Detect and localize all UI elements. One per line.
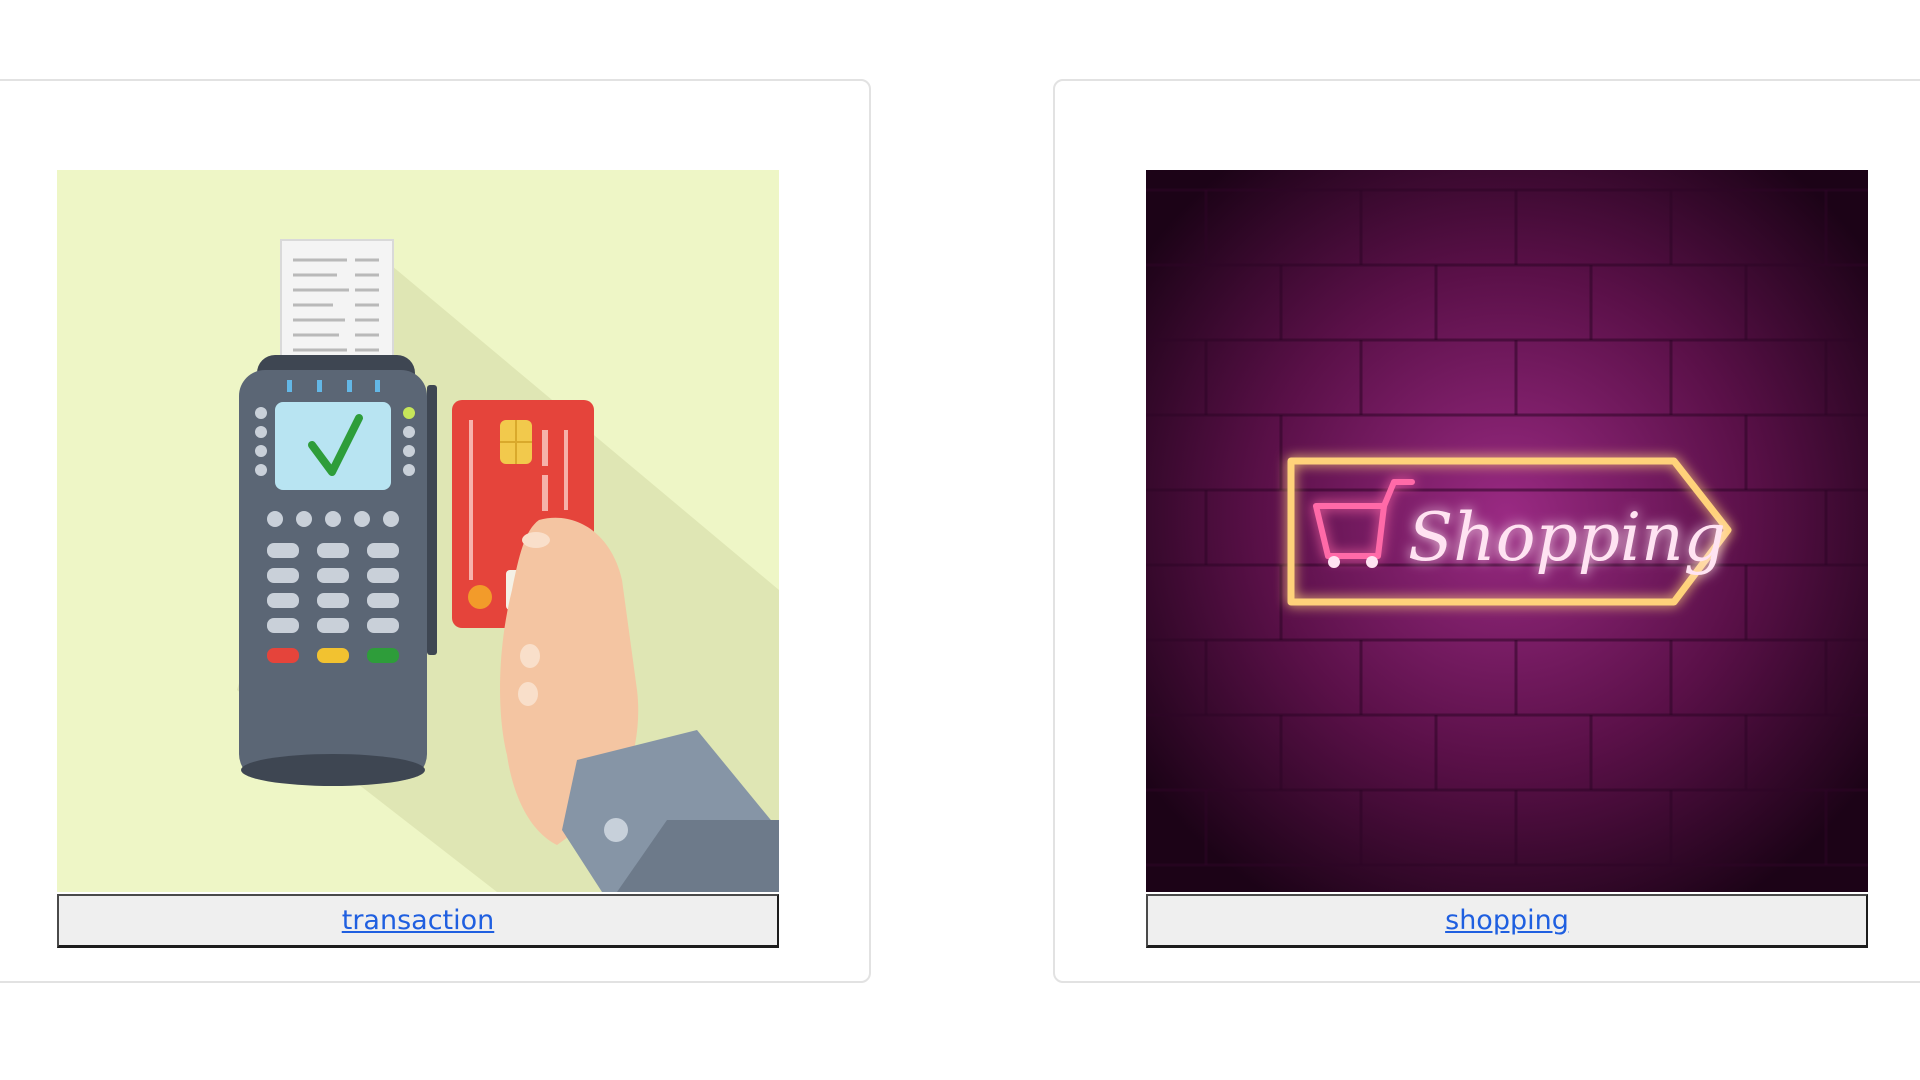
- transaction-image-link[interactable]: [57, 170, 779, 892]
- transaction-link[interactable]: transaction: [342, 905, 495, 936]
- caption-bar: shopping: [1146, 894, 1868, 948]
- shopping-link[interactable]: shopping: [1445, 905, 1569, 936]
- neon-sign-text: Shopping: [1408, 499, 1726, 576]
- shopping-image-link[interactable]: Shopping: [1146, 170, 1868, 892]
- image-card-shopping: Shopping shopping: [1053, 79, 1920, 983]
- neon-shopping-sign-image: Shopping: [1146, 170, 1868, 892]
- card-payment-terminal-image: [57, 170, 779, 892]
- image-card-transaction: transaction: [0, 79, 871, 983]
- caption-bar: transaction: [57, 894, 779, 948]
